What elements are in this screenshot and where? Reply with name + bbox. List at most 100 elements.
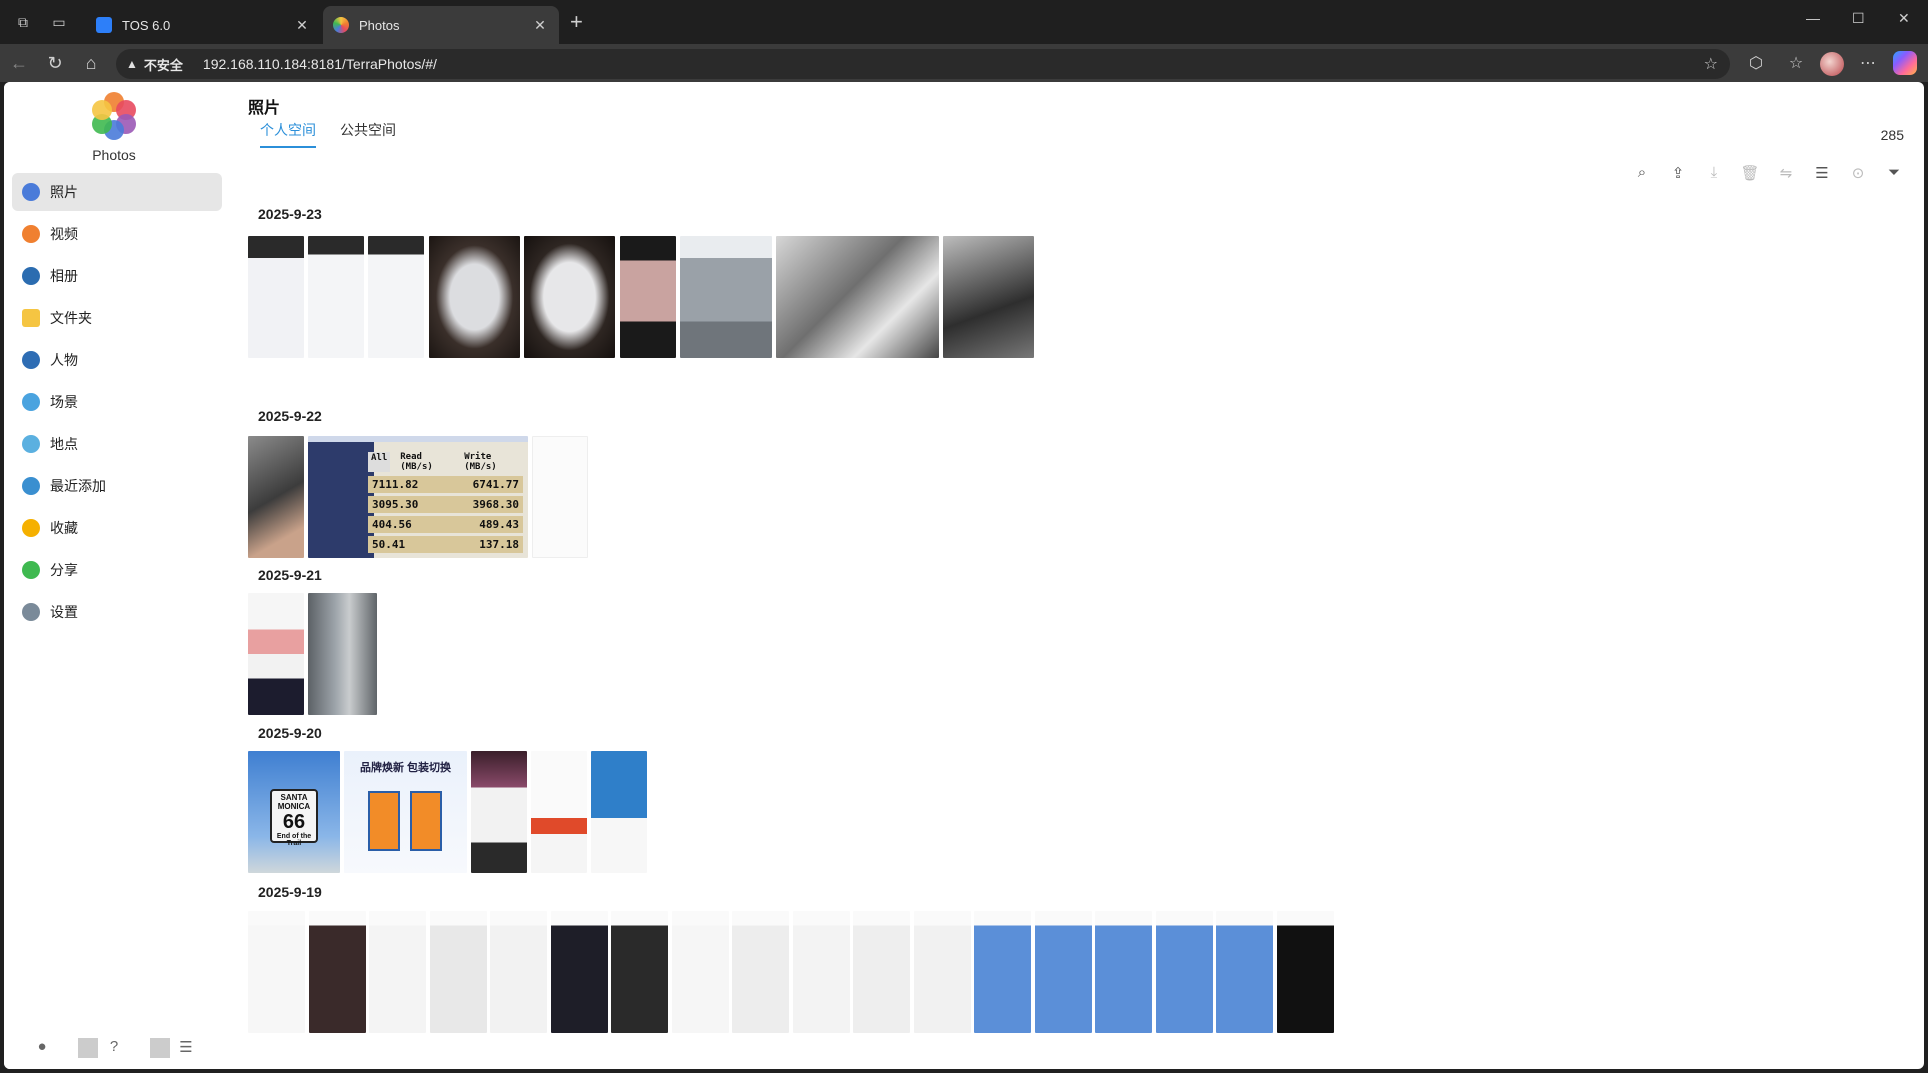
photo-thumbnail[interactable] [429,911,487,1033]
photo-thumbnail[interactable] [1216,911,1273,1033]
photo-thumbnail[interactable] [1155,911,1213,1033]
star-icon [22,519,40,537]
photo-thumbnail[interactable] [429,236,520,358]
user-icon[interactable]: ● [32,1038,52,1058]
help-icon[interactable]: ? [104,1038,124,1058]
close-icon[interactable]: ✕ [293,17,311,34]
maximize-icon[interactable]: ☐ [1852,10,1865,27]
photo-thumbnail[interactable] [368,236,424,358]
sidebar-item-star[interactable]: 收藏 [12,509,222,547]
sidebar-footer: ● ? ☰ [4,1032,234,1068]
folder-icon [22,309,40,327]
minimize-icon[interactable]: — [1806,10,1820,26]
sidebar-item-location[interactable]: 地点 [12,425,222,463]
date-heading: 2025-9-21 [258,567,322,583]
photo-thumbnail[interactable] [532,436,588,558]
sidebar-item-folder[interactable]: 文件夹 [12,299,222,337]
window-close-icon[interactable]: ✕ [1898,10,1910,27]
photo-thumbnail[interactable]: SANTA MONICA 66 End of the Trail [248,751,340,873]
upload-icon[interactable]: ⇪ [1660,164,1696,182]
photo-thumbnail[interactable] [531,751,587,873]
photo-thumbnail[interactable] [471,751,527,873]
more-options-icon[interactable]: ⊙ [1840,164,1876,182]
download-icon[interactable]: ⤓ [1696,164,1732,182]
photo-thumbnail[interactable]: 品牌焕新 包装切换 [344,751,467,873]
close-icon[interactable]: ✕ [531,17,549,34]
photo-toolbar: ⌕ ⇪ ⤓ 🗑 ⇋ ☰ ⊙ ⏷ [1624,164,1912,182]
refresh-icon[interactable]: ↻ [44,53,66,73]
new-tab-icon[interactable]: + [570,10,583,34]
sidebar-item-settings[interactable]: 设置 [12,593,222,631]
search-icon[interactable]: ⌕ [1624,164,1660,182]
photo-thumbnail[interactable] [974,911,1031,1033]
photo-thumbnail[interactable] [591,751,647,873]
photo-thumbnail[interactable] [308,236,364,358]
photo-thumbnail[interactable] [1095,911,1152,1033]
tos-icon [96,17,112,33]
sidebar-item-person[interactable]: 人物 [12,341,222,379]
security-label[interactable]: 不安全 [144,55,183,74]
photo-thumbnail[interactable] [248,593,304,715]
photo-thumbnail[interactable] [308,911,366,1033]
photo-thumbnail[interactable]: All Read (MB/s) Write (MB/s) 7111.82 6741.7… [308,436,528,558]
profile-avatar[interactable] [1820,52,1844,76]
sidebar: Photos 照片 视频 相册 文件夹 人物 场景 地点 最近添加 收藏 分享 设置 ● ? ☰ [4,82,234,1069]
sidebar-item-album[interactable]: 相册 [12,257,222,295]
photo-thumbnail[interactable] [913,911,971,1033]
favorite-star-icon[interactable]: ☆ [1704,54,1718,74]
sidebar-item-scene[interactable]: 场景 [12,383,222,421]
photo-thumbnail[interactable] [248,911,305,1033]
tab-title: TOS 6.0 [122,17,171,33]
photo-thumbnail[interactable] [308,593,377,715]
sidebar-item-label: 最近添加 [50,478,106,494]
sidebar-item-photos[interactable]: 照片 [12,173,222,211]
photo-thumbnail[interactable] [248,236,304,358]
delete-icon[interactable]: 🗑 [1732,164,1768,182]
photo-thumbnail[interactable] [671,911,729,1033]
more-icon[interactable]: ⋯ [1857,53,1879,73]
extensions-icon[interactable]: ⬡ [1745,53,1767,73]
photo-thumbnail[interactable] [248,436,304,558]
favorites-icon[interactable]: ☆ [1785,53,1807,73]
sidebar-item-label: 地点 [50,436,78,452]
task-list-icon[interactable]: ☰ [176,1038,196,1058]
tab-personal-space[interactable]: 个人空间 [260,120,316,148]
share-icon[interactable]: ⇋ [1768,164,1804,182]
benchmark-values: All Read (MB/s) Write (MB/s) 7111.82 6741.7… [368,452,523,553]
sidebar-item-share[interactable]: 分享 [12,551,222,589]
photos-icon [333,17,349,33]
photo-thumbnail[interactable] [1034,911,1092,1033]
space-tabs: 个人空间 公共空间 [260,120,420,148]
photo-thumbnail[interactable] [732,911,789,1033]
photo-thumbnail[interactable] [680,236,772,358]
photo-thumbnail[interactable] [792,911,850,1033]
sidebar-item-recent[interactable]: 最近添加 [12,467,222,505]
photo-thumbnail[interactable] [620,236,676,358]
photo-thumbnail[interactable] [550,911,608,1033]
photo-thumbnail[interactable] [1276,911,1334,1033]
photos-app: Photos 照片 视频 相册 文件夹 人物 场景 地点 最近添加 收藏 分享 设置 ● ? ☰ 照… [4,82,1924,1069]
workspaces-icon[interactable]: ⧉ [14,13,32,31]
copilot-icon[interactable] [1893,51,1917,75]
filter-icon[interactable]: ⏷ [1876,164,1912,182]
main-content: 照片 个人空间 公共空间 285 ⌕ ⇪ ⤓ 🗑 ⇋ ☰ ⊙ ⏷ 2025-9-… [234,82,1924,1069]
browser-tab-photos[interactable]: Photos ✕ [323,6,559,44]
photo-thumbnail[interactable] [943,236,1034,358]
browser-tab-tos[interactable]: TOS 6.0 ✕ [86,6,321,44]
photo-thumbnail[interactable] [853,911,910,1033]
photo-thumbnail[interactable] [776,236,939,358]
home-icon[interactable]: ⌂ [80,53,102,73]
photo-thumbnail[interactable] [524,236,615,358]
url-text[interactable]: 192.168.110.184:8181/TerraPhotos/#/ [203,56,437,72]
tab-actions-icon[interactable]: ▭ [50,13,68,31]
photo-thumbnail[interactable] [611,911,668,1033]
tab-public-space[interactable]: 公共空间 [340,120,396,148]
back-icon[interactable]: ← [8,53,30,73]
sidebar-item-label: 场景 [50,394,78,410]
sidebar-item-video[interactable]: 视频 [12,215,222,253]
list-view-icon[interactable]: ☰ [1804,164,1840,182]
photo-thumbnail[interactable] [369,911,426,1033]
photo-thumbnail[interactable] [490,911,547,1033]
address-input[interactable]: ▲ 不安全 192.168.110.184:8181/TerraPhotos/#… [116,49,1730,79]
video-icon [22,225,40,243]
